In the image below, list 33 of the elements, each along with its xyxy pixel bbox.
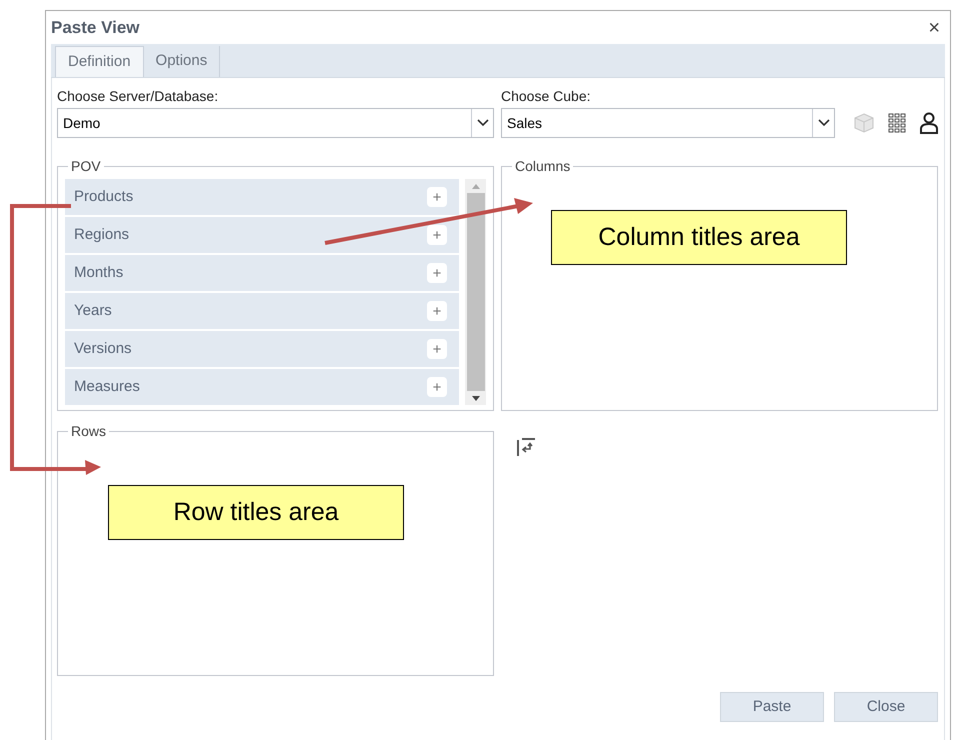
dialog-button[interactable]: Paste [720, 692, 824, 722]
callout-label: Column titles area [551, 210, 847, 265]
chevron-down-icon [818, 119, 830, 127]
close-button[interactable]: × [926, 18, 942, 38]
dimension-item[interactable]: Measures + [65, 369, 459, 405]
grid-icon[interactable] [887, 113, 907, 133]
group-title: Columns [514, 158, 572, 174]
tab[interactable]: Options [144, 46, 220, 77]
chevron-down-icon [476, 119, 488, 127]
field-label: Choose Server/Database: [57, 88, 220, 104]
dropdown-field[interactable]: Demo [57, 108, 494, 138]
window-title: Paste View [51, 16, 140, 39]
group-title: Rows [70, 423, 108, 439]
scrollbar[interactable] [465, 179, 486, 405]
tab[interactable]: Definition [55, 46, 144, 77]
dimension-item[interactable]: Regions + [65, 217, 459, 253]
add-button[interactable]: + [427, 187, 447, 207]
add-button[interactable]: + [427, 263, 447, 283]
add-button[interactable]: + [427, 225, 447, 245]
field-label: Choose Cube: [501, 88, 592, 104]
swap-icon[interactable] [515, 436, 537, 458]
user-icon[interactable] [919, 112, 939, 134]
add-button[interactable]: + [427, 377, 447, 397]
dropdown-field[interactable]: Sales [501, 108, 835, 138]
group-title: POV [70, 158, 102, 174]
dimension-item[interactable]: Months + [65, 255, 459, 291]
add-button[interactable]: + [427, 301, 447, 321]
dimension-item[interactable]: Years + [65, 293, 459, 329]
add-button[interactable]: + [427, 339, 447, 359]
callout-label: Row titles area [108, 485, 404, 540]
dimension-item[interactable]: Versions + [65, 331, 459, 367]
dimension-item[interactable]: Products + [65, 179, 459, 215]
dialog-button[interactable]: Close [834, 692, 938, 722]
